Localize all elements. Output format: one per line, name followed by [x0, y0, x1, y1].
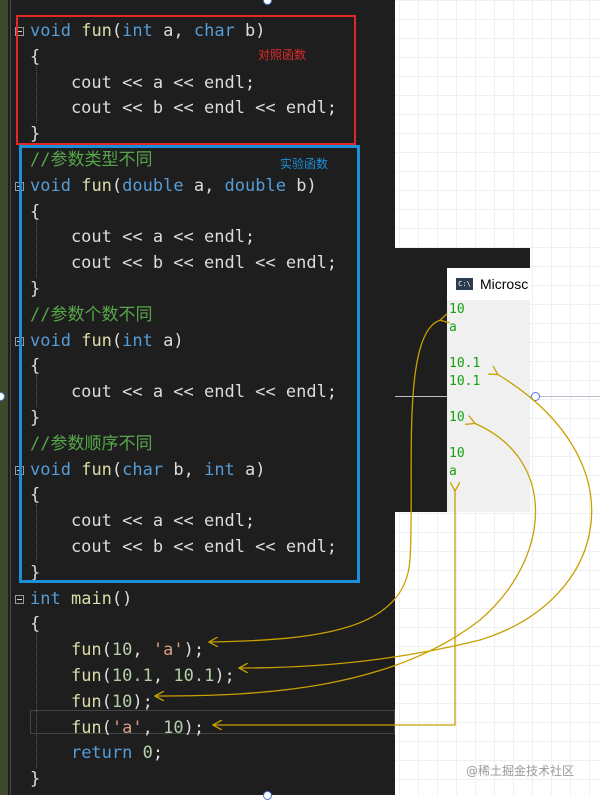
arrow-call1-to-output — [210, 320, 441, 642]
arrow-call2-to-output — [240, 374, 593, 668]
arrow-call3-to-output — [156, 423, 537, 696]
arrow-call4-to-output — [214, 490, 455, 725]
watermark: @稀土掘金技术社区 — [466, 764, 575, 778]
call-to-output-arrows — [0, 0, 593, 795]
